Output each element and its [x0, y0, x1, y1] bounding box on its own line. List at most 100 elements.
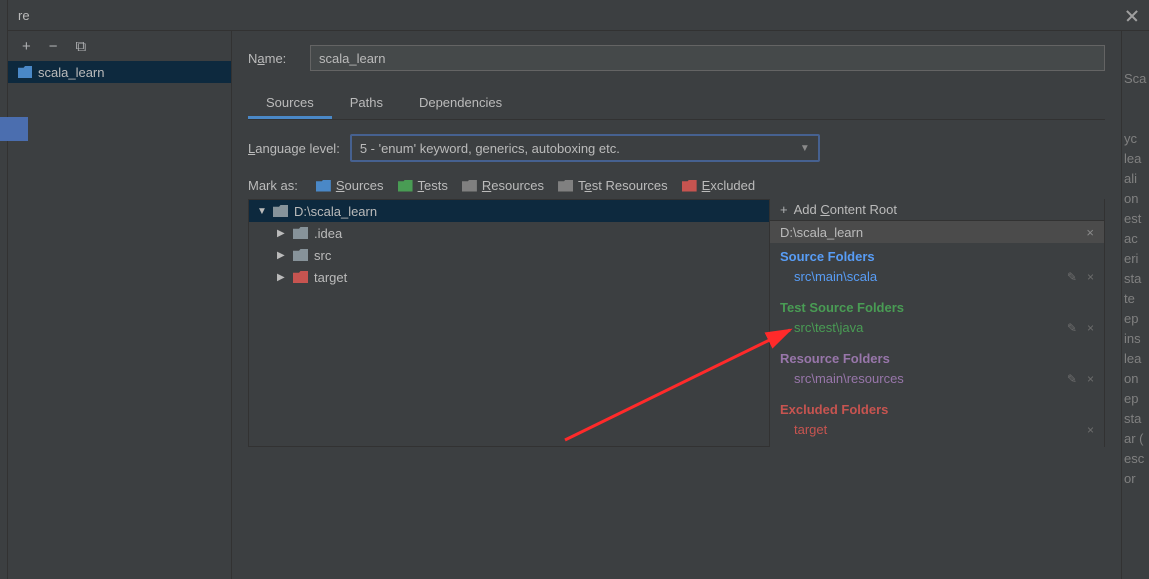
gutter-fragment: yc — [1122, 131, 1149, 151]
module-toolbar: + − ⧉ — [8, 31, 231, 61]
tree-node-idea[interactable]: ▶ .idea — [249, 222, 769, 244]
ide-right-gutter: Scaycleaalionestaceristateepinsleaonepst… — [1121, 31, 1149, 579]
gutter-fragment: est — [1122, 211, 1149, 231]
gutter-fragment — [1122, 111, 1149, 131]
name-input[interactable] — [310, 45, 1105, 71]
close-icon[interactable] — [1125, 8, 1139, 22]
content-root-path[interactable]: D:\scala_learn × — [770, 221, 1104, 243]
chevron-down-icon: ▼ — [800, 143, 810, 154]
tab-sources[interactable]: Sources — [248, 89, 332, 119]
add-module-button[interactable]: + — [22, 38, 31, 55]
folder-entry[interactable]: src\main\resources ✎ × — [780, 369, 1094, 394]
remove-icon[interactable]: × — [1087, 423, 1094, 437]
gutter-fragment: or — [1122, 471, 1149, 491]
folder-section: Resource Folders src\main\resources ✎ × — [770, 345, 1104, 396]
gutter-fragment: lea — [1122, 351, 1149, 371]
edit-icon[interactable]: ✎ — [1067, 270, 1077, 284]
tree-node-label: target — [314, 270, 347, 285]
gutter-fragment: lea — [1122, 151, 1149, 171]
copy-module-button[interactable]: ⧉ — [76, 38, 87, 55]
module-item-label: scala_learn — [38, 65, 105, 80]
add-content-root-button[interactable]: + Add Content Root — [770, 199, 1104, 221]
folder-icon — [293, 227, 308, 239]
module-settings-panel: Name: Sources Paths Dependencies Languag… — [232, 31, 1121, 579]
tree-node-src[interactable]: ▶ src — [249, 244, 769, 266]
gutter-fragment: sta — [1122, 411, 1149, 431]
gutter-fragment: on — [1122, 371, 1149, 391]
mark-test-resources-button[interactable]: Test Resources — [558, 178, 668, 193]
content-root-label: D:\scala_learn — [780, 225, 863, 240]
ide-left-gutter — [0, 0, 8, 579]
mark-sources-button[interactable]: Sources — [316, 178, 384, 193]
gutter-fragment: ep — [1122, 311, 1149, 331]
tree-expand-icon[interactable]: ▶ — [277, 250, 287, 261]
test-resources-folder-icon — [558, 180, 573, 192]
section-header: Source Folders — [780, 249, 1094, 264]
remove-content-root-icon[interactable]: × — [1086, 225, 1094, 240]
content-tree: ▼ D:\scala_learn ▶ .idea ▶ — [248, 199, 770, 447]
remove-icon[interactable]: × — [1087, 321, 1094, 335]
tab-dependencies[interactable]: Dependencies — [401, 89, 520, 119]
gutter-fragment: te — [1122, 291, 1149, 311]
mark-excluded-button[interactable]: Excluded — [682, 178, 755, 193]
excluded-folder-icon — [682, 180, 697, 192]
remove-module-button[interactable]: − — [49, 38, 58, 55]
gutter-fragment: Sca — [1122, 71, 1149, 91]
folder-entry[interactable]: src\main\scala ✎ × — [780, 267, 1094, 292]
folder-path: src\main\resources — [794, 371, 904, 386]
tree-node-target[interactable]: ▶ target — [249, 266, 769, 288]
language-level-label: Language level: — [248, 141, 340, 156]
left-gutter-active — [0, 117, 28, 141]
mark-as-label: Mark as: — [248, 178, 298, 193]
gutter-fragment: ins — [1122, 331, 1149, 351]
tree-expand-icon[interactable]: ▶ — [277, 272, 287, 283]
folder-path: src\test\java — [794, 320, 863, 335]
edit-icon[interactable]: ✎ — [1067, 321, 1077, 335]
module-folder-icon — [18, 66, 32, 78]
module-list: scala_learn — [8, 61, 231, 579]
module-item-scala-learn[interactable]: scala_learn — [8, 61, 231, 83]
tree-collapse-icon[interactable]: ▼ — [257, 206, 267, 217]
tree-node-label: .idea — [314, 226, 342, 241]
folder-section: Excluded Folders target × — [770, 396, 1104, 447]
mark-tests-button[interactable]: Tests — [398, 178, 448, 193]
tree-root[interactable]: ▼ D:\scala_learn — [249, 200, 769, 222]
gutter-fragment: on — [1122, 191, 1149, 211]
gutter-fragment — [1122, 91, 1149, 111]
resources-folder-icon — [462, 180, 477, 192]
gutter-fragment: ep — [1122, 391, 1149, 411]
folder-entry[interactable]: target × — [780, 420, 1094, 445]
dialog-titlebar: re — [8, 0, 1149, 31]
tab-paths[interactable]: Paths — [332, 89, 401, 119]
language-level-value: 5 - 'enum' keyword, generics, autoboxing… — [360, 141, 620, 156]
gutter-fragment: ar ( — [1122, 431, 1149, 451]
section-header: Test Source Folders — [780, 300, 1094, 315]
gutter-fragment: ac — [1122, 231, 1149, 251]
mark-resources-button[interactable]: Resources — [462, 178, 544, 193]
remove-icon[interactable]: × — [1087, 270, 1094, 284]
language-level-select[interactable]: 5 - 'enum' keyword, generics, autoboxing… — [350, 134, 820, 162]
section-header: Excluded Folders — [780, 402, 1094, 417]
edit-icon[interactable]: ✎ — [1067, 372, 1077, 386]
excluded-folder-icon — [293, 271, 308, 283]
tests-folder-icon — [398, 180, 413, 192]
module-list-panel: + − ⧉ scala_learn — [8, 31, 232, 579]
module-tabs: Sources Paths Dependencies — [248, 89, 1105, 120]
folder-path: src\main\scala — [794, 269, 877, 284]
gutter-fragment: esc — [1122, 451, 1149, 471]
content-roots-panel: + Add Content Root D:\scala_learn × Sour… — [770, 199, 1105, 447]
sources-folder-icon — [316, 180, 331, 192]
gutter-fragment: eri — [1122, 251, 1149, 271]
folder-section: Source Folders src\main\scala ✎ × — [770, 243, 1104, 294]
name-label: Name: — [248, 51, 298, 66]
tree-expand-icon[interactable]: ▶ — [277, 228, 287, 239]
folder-section: Test Source Folders src\test\java ✎ × — [770, 294, 1104, 345]
remove-icon[interactable]: × — [1087, 372, 1094, 386]
folder-icon — [293, 249, 308, 261]
folder-icon — [273, 205, 288, 217]
tree-root-label: D:\scala_learn — [294, 204, 377, 219]
plus-icon: + — [780, 202, 788, 217]
folder-path: target — [794, 422, 827, 437]
section-header: Resource Folders — [780, 351, 1094, 366]
folder-entry[interactable]: src\test\java ✎ × — [780, 318, 1094, 343]
